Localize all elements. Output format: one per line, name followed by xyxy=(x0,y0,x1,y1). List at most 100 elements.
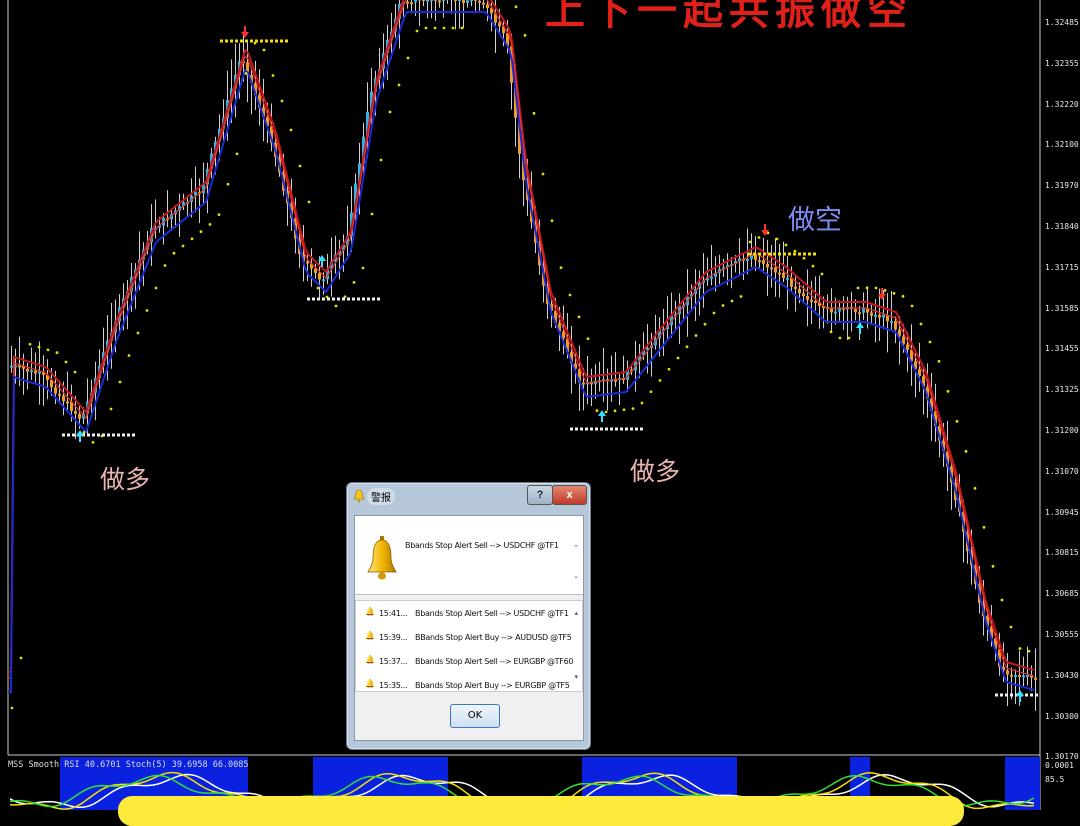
bear-candle xyxy=(778,273,781,275)
bull-candle xyxy=(470,0,473,1)
dialog-title: 警报 xyxy=(367,488,395,505)
stop-dot xyxy=(128,354,131,357)
bell-icon: 🔔 xyxy=(365,655,375,664)
bear-candle xyxy=(54,387,57,393)
bear-candle xyxy=(438,0,441,2)
list-scroll-down-arrow[interactable]: ▾ xyxy=(574,673,578,681)
stop-dot xyxy=(137,332,140,335)
stop-dot xyxy=(830,330,833,333)
bear-candle xyxy=(462,0,465,3)
sell-arrow-icon xyxy=(241,26,249,38)
stop-dot xyxy=(173,252,176,255)
bear-candle xyxy=(906,344,909,349)
stop-dot xyxy=(632,407,635,410)
stop-dot xyxy=(569,294,572,297)
stop-dot xyxy=(236,152,239,155)
stop-dot xyxy=(299,165,302,168)
price-tick-label: 1.31325 xyxy=(1045,385,1079,394)
stop-dot xyxy=(308,201,311,204)
stop-dot xyxy=(956,420,959,423)
ok-button[interactable]: OK xyxy=(450,704,500,728)
stop-dot xyxy=(191,237,194,240)
price-tick-label: 1.31840 xyxy=(1045,222,1079,231)
bell-icon: 🔔 xyxy=(365,607,375,616)
stop-dot xyxy=(290,129,293,132)
stop-dot xyxy=(353,281,356,284)
stop-dot xyxy=(29,343,32,346)
price-tick-label: 1.32485 xyxy=(1045,18,1079,27)
price-tick-label: 1.31455 xyxy=(1045,344,1079,353)
bear-candle xyxy=(474,0,477,1)
list-scroll-up-arrow[interactable]: ▴ xyxy=(574,609,578,617)
price-tick-label: 1.32220 xyxy=(1045,100,1079,109)
dialog-titlebar[interactable]: 警报 ? x xyxy=(347,483,590,511)
alert-dialog[interactable]: 警报 ? x Bbands Stop Alert Sell --> USDCHF… xyxy=(346,482,591,750)
bear-candle xyxy=(78,414,81,419)
stop-dot xyxy=(317,287,320,290)
bear-candle xyxy=(774,267,777,272)
stop-dot xyxy=(65,361,68,364)
stop-dot xyxy=(416,30,419,33)
price-tick-label: 0.0001 xyxy=(1045,761,1074,770)
stop-dot xyxy=(929,341,932,344)
bear-candle xyxy=(770,267,773,269)
stop-dot xyxy=(965,450,968,453)
alert-message: Bbands Stop Alert Sell --> USDCHF @TF1 xyxy=(405,541,559,550)
scroll-up-arrow[interactable]: ⌃ xyxy=(573,544,579,552)
bull-candle xyxy=(882,315,885,318)
bull-candle xyxy=(430,0,433,1)
bear-candle xyxy=(758,260,761,262)
close-button[interactable]: x xyxy=(552,485,587,505)
stop-dot xyxy=(407,57,410,60)
stop-dot xyxy=(722,304,725,307)
alert-time: 15:41... xyxy=(379,609,407,618)
bear-candle xyxy=(62,396,65,402)
stop-dot xyxy=(911,305,914,308)
current-alert-area: Bbands Stop Alert Sell --> USDCHF @TF1 ⌃… xyxy=(355,516,583,595)
stop-dot xyxy=(866,287,869,290)
stop-dot xyxy=(983,526,986,529)
bull-candle xyxy=(322,279,325,281)
stop-dot xyxy=(434,27,437,30)
bear-candle xyxy=(1018,675,1021,677)
price-tick-label: 1.31715 xyxy=(1045,263,1079,272)
stop-dot xyxy=(227,183,230,186)
signal-label-long-1: 做多 xyxy=(100,460,150,496)
chart-caption: 上下一起共振做空 xyxy=(545,0,913,36)
stop-dot xyxy=(1019,647,1022,650)
bear-candle xyxy=(1006,670,1009,674)
help-button[interactable]: ? xyxy=(527,485,553,505)
bull-candle xyxy=(30,370,33,372)
stop-dot xyxy=(209,223,212,226)
indicator-label: MSS Smooth RSI 40.6701 Stoch(5) 39.6958 … xyxy=(8,760,249,770)
bull-candle xyxy=(890,321,893,323)
stop-dot xyxy=(272,74,275,77)
bull-candle xyxy=(834,312,837,314)
bear-candle xyxy=(1010,675,1013,677)
bear-candle xyxy=(814,301,817,303)
alert-text: BBands Stop Alert Buy --> AUDUSD @TF5 xyxy=(415,633,572,642)
bear-candle xyxy=(1034,678,1037,680)
stop-dot xyxy=(182,245,185,248)
stop-dot xyxy=(20,657,23,660)
stop-dot xyxy=(839,337,842,340)
alert-time: 15:35... xyxy=(379,681,407,690)
bear-candle xyxy=(478,1,481,3)
stop-dot xyxy=(515,5,518,8)
bear-candle xyxy=(894,321,897,329)
stop-dot xyxy=(47,348,50,351)
stop-dot xyxy=(884,289,887,292)
stop-dot xyxy=(605,411,608,414)
stop-dot xyxy=(740,295,743,298)
stop-dot xyxy=(542,173,545,176)
alert-history-list[interactable]: 🔔 15:41... Bbands Stop Alert Sell --> US… xyxy=(355,600,583,692)
bull-candle xyxy=(746,259,749,261)
bear-candle xyxy=(858,312,861,314)
stop-dot xyxy=(587,337,590,340)
bear-candle xyxy=(318,273,321,279)
bull-candle xyxy=(458,0,461,1)
stop-dot xyxy=(38,346,41,349)
scroll-down-arrow[interactable]: ⌄ xyxy=(573,572,579,580)
bear-candle xyxy=(498,23,501,27)
stop-dot xyxy=(992,565,995,568)
